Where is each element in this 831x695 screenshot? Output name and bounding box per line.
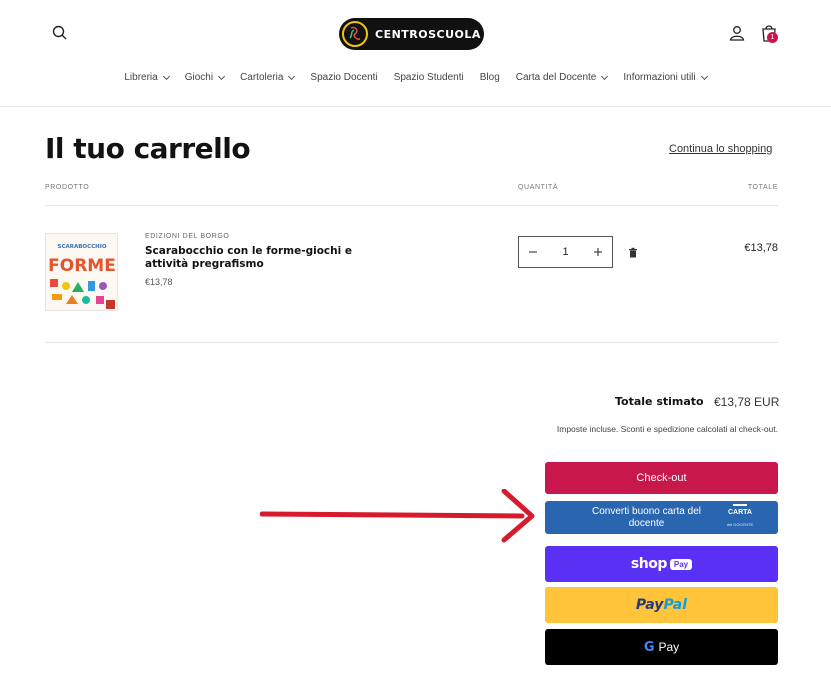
nav-item-label: Spazio Studenti bbox=[393, 72, 464, 83]
logo-text: CENTROSCUOLA bbox=[375, 27, 481, 41]
main-nav: Libreria Giochi Cartoleria Spazio Docent… bbox=[0, 72, 831, 83]
nav-item-blog[interactable]: Blog bbox=[472, 72, 508, 83]
nav-item-label: Spazio Docenti bbox=[310, 72, 378, 83]
chevron-down-icon bbox=[162, 72, 170, 80]
google-pay-word: Pay bbox=[658, 640, 680, 654]
annotation-arrow-icon bbox=[260, 489, 535, 543]
product-thumb-top-text: SCARABOCCHIO bbox=[57, 244, 106, 250]
nav-item-informazioni-utili[interactable]: Informazioni utili bbox=[615, 72, 714, 83]
paypal-logo-part-2: Pal bbox=[663, 597, 688, 613]
nav-item-cartoleria[interactable]: Cartoleria bbox=[232, 72, 302, 83]
user-icon[interactable] bbox=[728, 24, 746, 42]
plus-icon[interactable] bbox=[584, 237, 612, 267]
line-total: €13,78 bbox=[744, 242, 778, 254]
tax-note: Imposte incluse. Sconti e spedizione cal… bbox=[556, 424, 778, 434]
divider bbox=[45, 342, 778, 343]
nav-item-carta-del-docente[interactable]: Carta del Docente bbox=[508, 72, 616, 83]
nav-item-label: Carta del Docente bbox=[515, 72, 597, 83]
chevron-down-icon bbox=[601, 72, 609, 80]
chevron-down-icon bbox=[288, 72, 296, 80]
quantity-stepper bbox=[518, 236, 613, 268]
nav-item-label: Informazioni utili bbox=[623, 72, 696, 83]
chevron-down-icon bbox=[700, 72, 708, 80]
nav-item-giochi[interactable]: Giochi bbox=[177, 72, 232, 83]
paypal-button[interactable]: PayPal bbox=[545, 587, 778, 623]
product-title[interactable]: Scarabocchio con le forme-giochi e attiv… bbox=[145, 245, 360, 271]
search-icon[interactable] bbox=[51, 24, 69, 42]
cart-count-badge: 1 bbox=[767, 32, 778, 43]
qr-code-icon bbox=[733, 504, 747, 506]
page-title: Il tuo carrello bbox=[45, 132, 251, 165]
product-vendor: EDIZIONI DEL BORGO bbox=[145, 233, 230, 240]
divider bbox=[45, 205, 778, 206]
continue-shopping-link[interactable]: Continua lo shopping bbox=[669, 143, 772, 155]
shop-pay-button[interactable]: shop Pay bbox=[545, 546, 778, 582]
nav-item-libreria[interactable]: Libreria bbox=[116, 72, 176, 83]
carta-logo-subtext: del DOCENTE bbox=[726, 522, 753, 527]
column-header-product: PRODOTTO bbox=[45, 184, 90, 191]
shop-pay-word: shop bbox=[630, 556, 667, 572]
google-pay-button[interactable]: G Pay bbox=[545, 629, 778, 665]
carta-docente-button-label: Converti buono carta del docente bbox=[592, 505, 701, 529]
nav-item-spazio-studenti[interactable]: Spazio Studenti bbox=[386, 72, 472, 83]
minus-icon[interactable] bbox=[519, 237, 547, 267]
subtotal-label: Totale stimato bbox=[615, 395, 704, 408]
nav-item-label: Libreria bbox=[124, 72, 158, 83]
product-thumb-main-text: FORME bbox=[48, 256, 116, 276]
subtotal-value: €13,78 EUR bbox=[714, 395, 780, 409]
column-header-quantity: QUANTITÀ bbox=[518, 184, 559, 191]
column-header-total: TOTALE bbox=[747, 184, 778, 191]
product-image[interactable]: SCARABOCCHIO FORME bbox=[45, 233, 118, 311]
checkout-button-label: Check-out bbox=[636, 472, 687, 484]
nav-item-spazio-docenti[interactable]: Spazio Docenti bbox=[302, 72, 385, 83]
logo-emblem-icon bbox=[342, 21, 368, 47]
trash-icon[interactable] bbox=[627, 246, 639, 258]
site-logo[interactable]: CENTROSCUOLA bbox=[339, 18, 484, 50]
site-header: CENTROSCUOLA 1 Libreria Giochi Cartoleri… bbox=[0, 0, 831, 107]
nav-item-label: Cartoleria bbox=[240, 72, 284, 83]
google-g-icon: G bbox=[643, 639, 655, 655]
nav-item-label: Blog bbox=[479, 72, 500, 83]
shop-pay-badge: Pay bbox=[669, 558, 693, 570]
nav-item-label: Giochi bbox=[184, 72, 214, 83]
quantity-input[interactable] bbox=[550, 246, 581, 258]
carta-docente-logo: CARTA del DOCENTE bbox=[726, 504, 754, 531]
paypal-logo-part-1: Pay bbox=[635, 597, 664, 613]
paypal-logo: PayPal bbox=[636, 597, 687, 613]
product-price: €13,78 bbox=[145, 277, 173, 287]
carta-docente-button[interactable]: Converti buono carta del docente CARTA d… bbox=[545, 501, 778, 534]
chevron-down-icon bbox=[218, 72, 226, 80]
checkout-button[interactable]: Check-out bbox=[545, 462, 778, 494]
carta-logo-text: CARTA bbox=[728, 509, 752, 516]
